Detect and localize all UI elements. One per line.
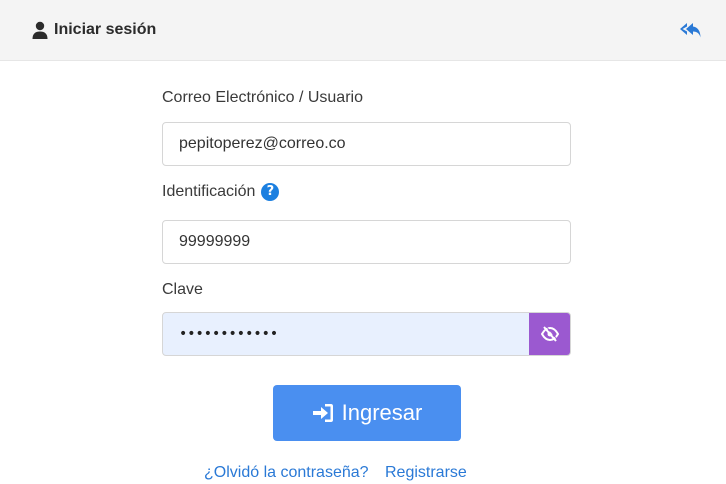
user-icon [32, 21, 48, 39]
auth-links: ¿Olvidó la contraseña? Registrarse [204, 463, 467, 483]
password-label: Clave [162, 281, 203, 298]
identification-label: Identificación [162, 183, 256, 200]
identification-label-row: Identificación ? [162, 182, 280, 202]
login-button[interactable]: Ingresar [273, 385, 461, 441]
eye-slash-icon [540, 326, 559, 342]
page-title: Iniciar sesión [54, 21, 157, 38]
login-header: Iniciar sesión [0, 0, 726, 61]
email-user-field[interactable]: pepitoperez@correo.co [162, 122, 571, 166]
password-field-group: •••••••••••• [162, 312, 571, 356]
toggle-password-visibility-button[interactable] [529, 313, 570, 355]
user-label: Correo Electrónico / Usuario [162, 89, 363, 106]
sign-in-icon [312, 404, 333, 422]
register-link[interactable]: Registrarse [385, 464, 467, 481]
reply-all-icon[interactable] [679, 21, 701, 39]
login-button-label: Ingresar [341, 400, 423, 425]
password-field[interactable]: •••••••••••• [179, 313, 278, 355]
forgot-password-link[interactable]: ¿Olvidó la contraseña? [204, 464, 369, 481]
header-title-group: Iniciar sesión [32, 19, 156, 41]
question-circle-icon[interactable]: ? [261, 183, 280, 201]
identification-field[interactable]: 99999999 [162, 220, 571, 264]
